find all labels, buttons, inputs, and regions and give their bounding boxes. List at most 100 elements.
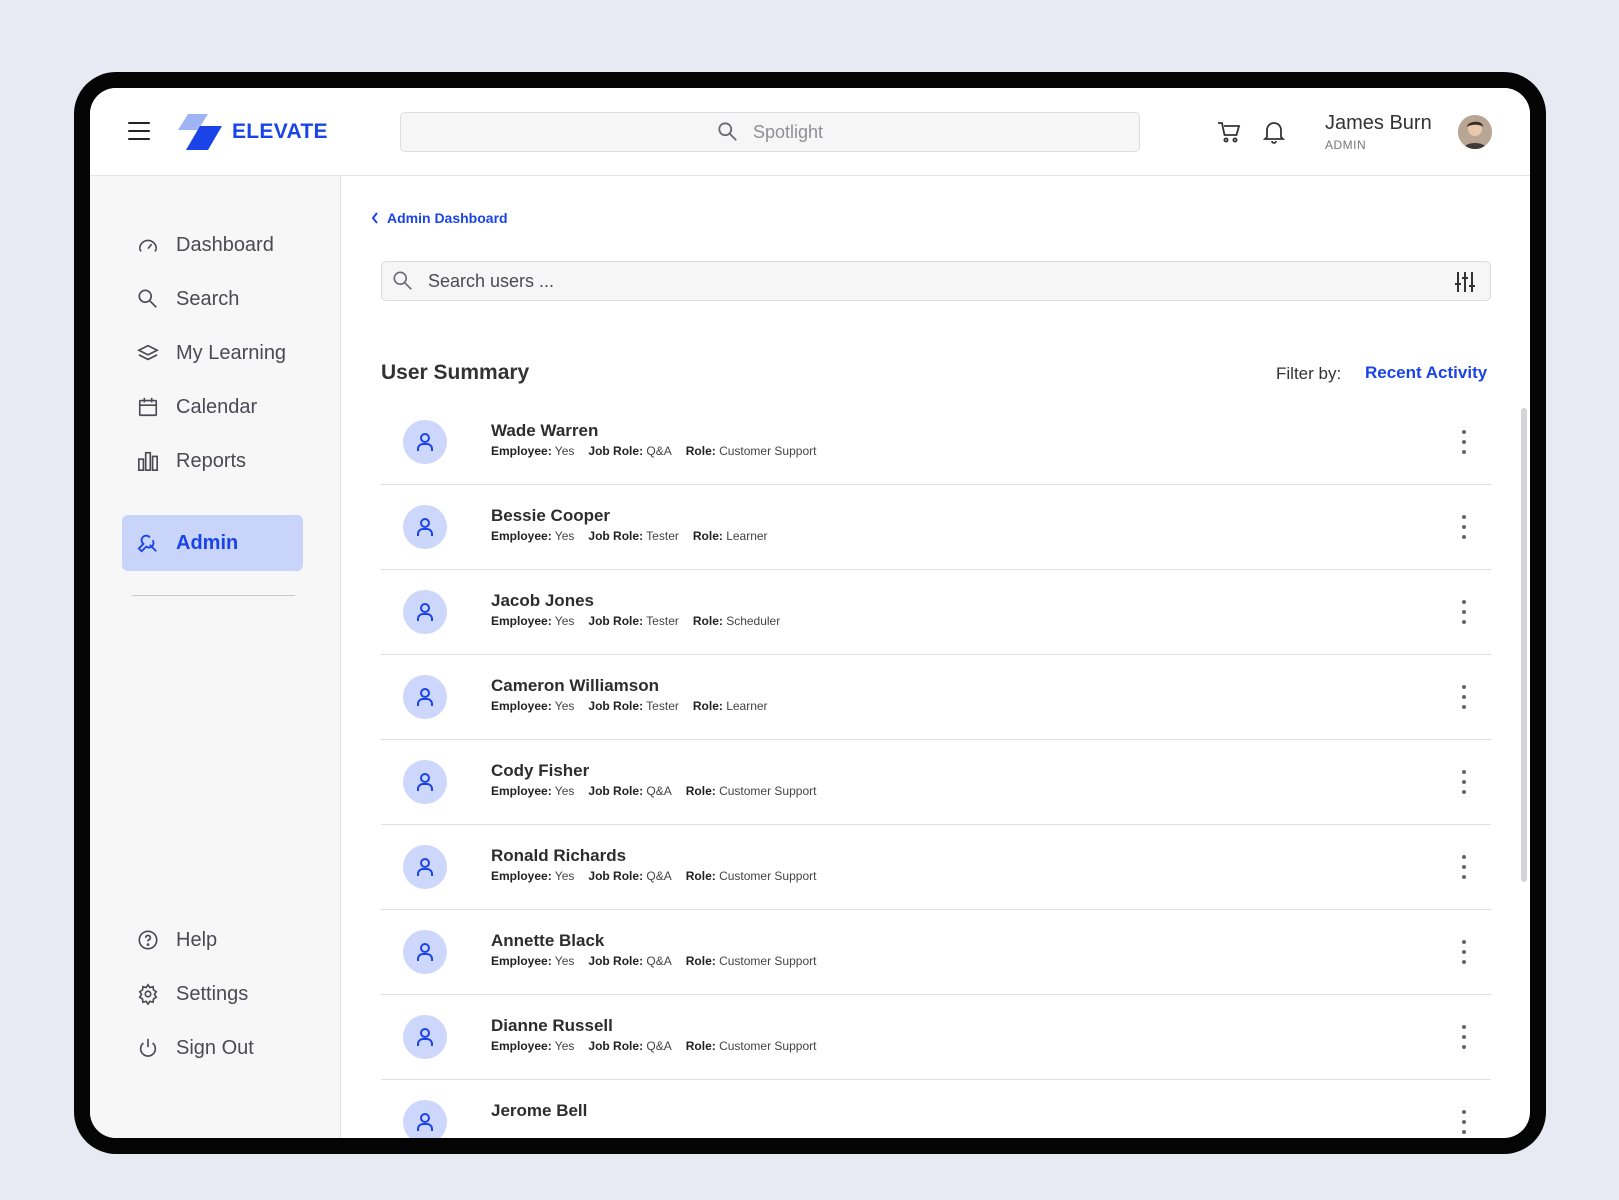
- list-item[interactable]: Cody Fisher Employee: Yes Job Role: Q&A Ro…: [381, 740, 1491, 825]
- sidebar-item-label: Admin: [176, 531, 239, 554]
- brand-logo[interactable]: ELEVATE: [176, 114, 328, 150]
- gear-icon: [136, 982, 160, 1006]
- sidebar-item-search[interactable]: Search: [122, 271, 309, 327]
- job-role-label: Job Role:: [588, 869, 644, 883]
- person-icon: [417, 433, 433, 451]
- sidebar-item-label: Calendar: [176, 395, 258, 418]
- sidebar-item-dashboard[interactable]: Dashboard: [122, 217, 309, 273]
- person-icon: [417, 688, 433, 706]
- user-details: Employee: Yes Job Role: Q&A Role: Customer…: [491, 1039, 816, 1053]
- layers-icon: [136, 341, 160, 365]
- breadcrumb[interactable]: Admin Dashboard: [371, 210, 508, 226]
- list-item[interactable]: Jacob Jones Employee: Yes Job Role: Teste…: [381, 570, 1491, 655]
- job-role-value: Q&A: [643, 869, 672, 883]
- sidebar-item-settings[interactable]: Settings: [122, 966, 309, 1022]
- role-value: Customer Support: [715, 954, 817, 968]
- person-icon: [417, 943, 433, 961]
- more-options-icon[interactable]: [1459, 515, 1469, 539]
- filter-recent-activity[interactable]: Recent Activity: [1365, 363, 1487, 383]
- employee-label: Employee:: [491, 699, 552, 713]
- user-name: Jacob Jones: [491, 591, 594, 610]
- role-value: Scheduler: [722, 614, 781, 628]
- job-role-label: Job Role:: [588, 954, 644, 968]
- user-avatar: [403, 1100, 447, 1138]
- employee-label: Employee:: [491, 784, 552, 798]
- sliders-icon[interactable]: [1454, 271, 1476, 293]
- wrench-icon: [136, 531, 160, 555]
- logo-mark-icon: [178, 114, 222, 150]
- sidebar-item-label: Settings: [176, 982, 249, 1005]
- search-icon: [136, 287, 160, 311]
- sidebar: Dashboard Search My Learning Calendar Re…: [90, 176, 341, 1138]
- user-details: Employee: Yes Job Role: Q&A Role: Customer…: [491, 954, 816, 968]
- user-photo-icon: [1458, 115, 1492, 149]
- job-role-value: Tester: [643, 529, 679, 543]
- more-options-icon[interactable]: [1459, 430, 1469, 454]
- more-options-icon[interactable]: [1459, 1025, 1469, 1049]
- more-options-icon[interactable]: [1459, 600, 1469, 624]
- calendar-icon: [136, 395, 160, 419]
- role-label: Role:: [692, 529, 723, 543]
- employee-label: Employee:: [491, 529, 552, 543]
- sidebar-item-sign-out[interactable]: Sign Out: [122, 1020, 309, 1076]
- bell-icon[interactable]: [1263, 120, 1285, 144]
- list-item[interactable]: Cameron Williamson Employee: Yes Job Role…: [381, 655, 1491, 740]
- person-icon: [417, 858, 433, 876]
- list-item[interactable]: Ronald Richards Employee: Yes Job Role: Q…: [381, 825, 1491, 910]
- sidebar-item-reports[interactable]: Reports: [122, 433, 309, 489]
- sidebar-item-admin[interactable]: Admin: [122, 515, 303, 571]
- sidebar-divider: [132, 595, 295, 596]
- more-options-icon[interactable]: [1459, 940, 1469, 964]
- user-name: Cody Fisher: [491, 761, 590, 780]
- hamburger-menu-icon[interactable]: [128, 122, 150, 140]
- job-role-value: Tester: [643, 699, 679, 713]
- role-label: Role:: [692, 614, 723, 628]
- sidebar-item-my-learning[interactable]: My Learning: [122, 325, 309, 381]
- spotlight-search[interactable]: Spotlight: [400, 112, 1140, 152]
- job-role-value: Q&A: [643, 1039, 672, 1053]
- role-label: Role:: [685, 954, 716, 968]
- search-icon: [718, 122, 737, 141]
- device-frame: ELEVATE Spotlight James Burn ADMIN Dashb…: [74, 72, 1546, 1154]
- more-options-icon[interactable]: [1459, 1110, 1469, 1134]
- job-role-value: Q&A: [643, 784, 672, 798]
- user-search-input[interactable]: Search users ...: [381, 261, 1491, 301]
- employee-label: Employee:: [491, 614, 552, 628]
- list-item[interactable]: Dianne Russell Employee: Yes Job Role: Q&…: [381, 995, 1491, 1080]
- user-avatar: [403, 420, 447, 464]
- list-item[interactable]: Wade Warren Employee: Yes Job Role: Q&A Ro…: [381, 400, 1491, 485]
- more-options-icon[interactable]: [1459, 770, 1469, 794]
- job-role-label: Job Role:: [588, 699, 644, 713]
- sidebar-item-help[interactable]: Help: [122, 912, 309, 968]
- person-icon: [417, 773, 433, 791]
- cart-icon[interactable]: [1217, 121, 1241, 143]
- user-avatar: [403, 1015, 447, 1059]
- user-name: Bessie Cooper: [491, 506, 611, 525]
- user-details: Employee: Yes Job Role: Tester Role: Learn…: [491, 699, 768, 713]
- more-options-icon[interactable]: [1459, 855, 1469, 879]
- employee-value: Yes: [551, 444, 575, 458]
- speedometer-icon: [136, 233, 160, 257]
- more-options-icon[interactable]: [1459, 685, 1469, 709]
- job-role-label: Job Role:: [588, 529, 644, 543]
- list-item[interactable]: Bessie Cooper Employee: Yes Job Role: Tes…: [381, 485, 1491, 570]
- user-role: ADMIN: [1325, 138, 1367, 152]
- user-summary-title: User Summary: [381, 361, 530, 384]
- user-name: James Burn: [1325, 112, 1432, 134]
- user-details: Employee: Yes Job Role: Q&A Role: Customer…: [491, 444, 816, 458]
- scrollbar[interactable]: [1521, 408, 1527, 882]
- sidebar-item-calendar[interactable]: Calendar: [122, 379, 309, 435]
- bar-chart-icon: [136, 449, 160, 473]
- user-avatar: [403, 760, 447, 804]
- user-name: Wade Warren: [491, 421, 599, 440]
- avatar[interactable]: [1458, 115, 1492, 149]
- list-item[interactable]: Annette Black Employee: Yes Job Role: Q&A…: [381, 910, 1491, 995]
- employee-value: Yes: [551, 869, 575, 883]
- user-details: Employee: Yes Job Role: Q&A Role: Customer…: [491, 869, 816, 883]
- list-item[interactable]: Jerome Bell: [381, 1080, 1491, 1138]
- job-role-label: Job Role:: [588, 784, 644, 798]
- job-role-value: Q&A: [643, 444, 672, 458]
- user-list: Wade Warren Employee: Yes Job Role: Q&A Ro…: [381, 400, 1491, 1138]
- employee-value: Yes: [551, 614, 575, 628]
- breadcrumb-label: Admin Dashboard: [387, 210, 508, 226]
